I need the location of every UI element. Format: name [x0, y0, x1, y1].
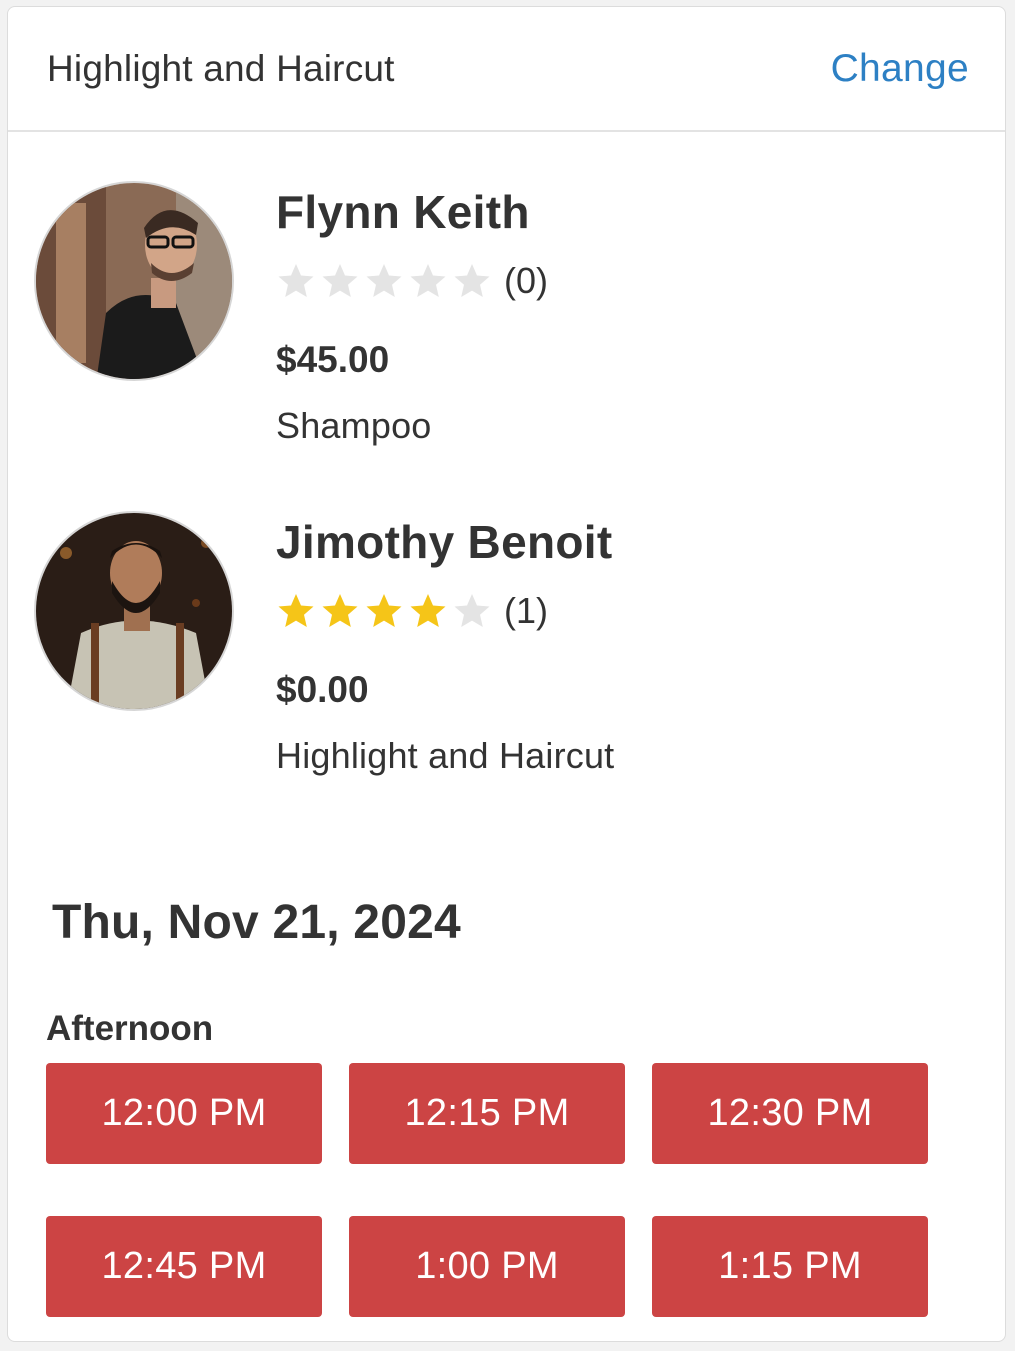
time-slot-button[interactable]: 1:00 PM	[349, 1216, 625, 1317]
service-name: Shampoo	[276, 405, 432, 446]
rating-row: (0)	[276, 259, 548, 303]
time-slot-button[interactable]: 12:00 PM	[46, 1063, 322, 1164]
star-icon	[320, 261, 360, 301]
service-name: Highlight and Haircut	[276, 735, 615, 776]
star-icon	[452, 591, 492, 631]
service-price: $0.00	[276, 669, 369, 710]
time-slot-button[interactable]: 12:15 PM	[349, 1063, 625, 1164]
stylist-name: Jimothy Benoit	[276, 516, 613, 568]
star-icon	[276, 591, 316, 631]
rating-count: (0)	[504, 260, 548, 301]
star-icon	[364, 261, 404, 301]
time-slot-button[interactable]: 12:45 PM	[46, 1216, 322, 1317]
star-rating	[276, 261, 496, 301]
star-icon	[408, 261, 448, 301]
star-icon	[320, 591, 360, 631]
selected-date: Thu, Nov 21, 2024	[52, 896, 461, 949]
time-slot-button[interactable]: 1:15 PM	[652, 1216, 928, 1317]
rating-row: (1)	[276, 589, 614, 633]
time-slot-button[interactable]: 12:30 PM	[652, 1063, 928, 1164]
stylist-card[interactable]: Flynn Keith (0) $45.00 Shampoo	[34, 181, 548, 447]
service-price: $45.00	[276, 339, 390, 380]
stylist-name: Flynn Keith	[276, 186, 530, 238]
rating-count: (1)	[504, 590, 548, 631]
stylist-card[interactable]: Jimothy Benoit (1) $0.00 Highlight and H…	[34, 511, 614, 777]
avatar	[34, 181, 234, 381]
selected-service-title: Highlight and Haircut	[47, 47, 395, 89]
star-icon	[276, 261, 316, 301]
star-icon	[408, 591, 448, 631]
avatar	[34, 511, 234, 711]
star-icon	[452, 261, 492, 301]
stylist-info: Flynn Keith (0) $45.00 Shampoo	[276, 181, 548, 447]
booking-card: Highlight and Haircut Change Flynn Keith	[7, 6, 1006, 1342]
time-period-label: Afternoon	[46, 1009, 214, 1048]
star-icon	[364, 591, 404, 631]
time-slot-grid: 12:00 PM 12:15 PM 12:30 PM 12:45 PM 1:00…	[46, 1063, 928, 1317]
change-service-link[interactable]: Change	[831, 47, 969, 91]
service-header: Highlight and Haircut Change	[8, 7, 1005, 132]
star-rating	[276, 591, 496, 631]
stylist-info: Jimothy Benoit (1) $0.00 Highlight and H…	[276, 511, 614, 777]
